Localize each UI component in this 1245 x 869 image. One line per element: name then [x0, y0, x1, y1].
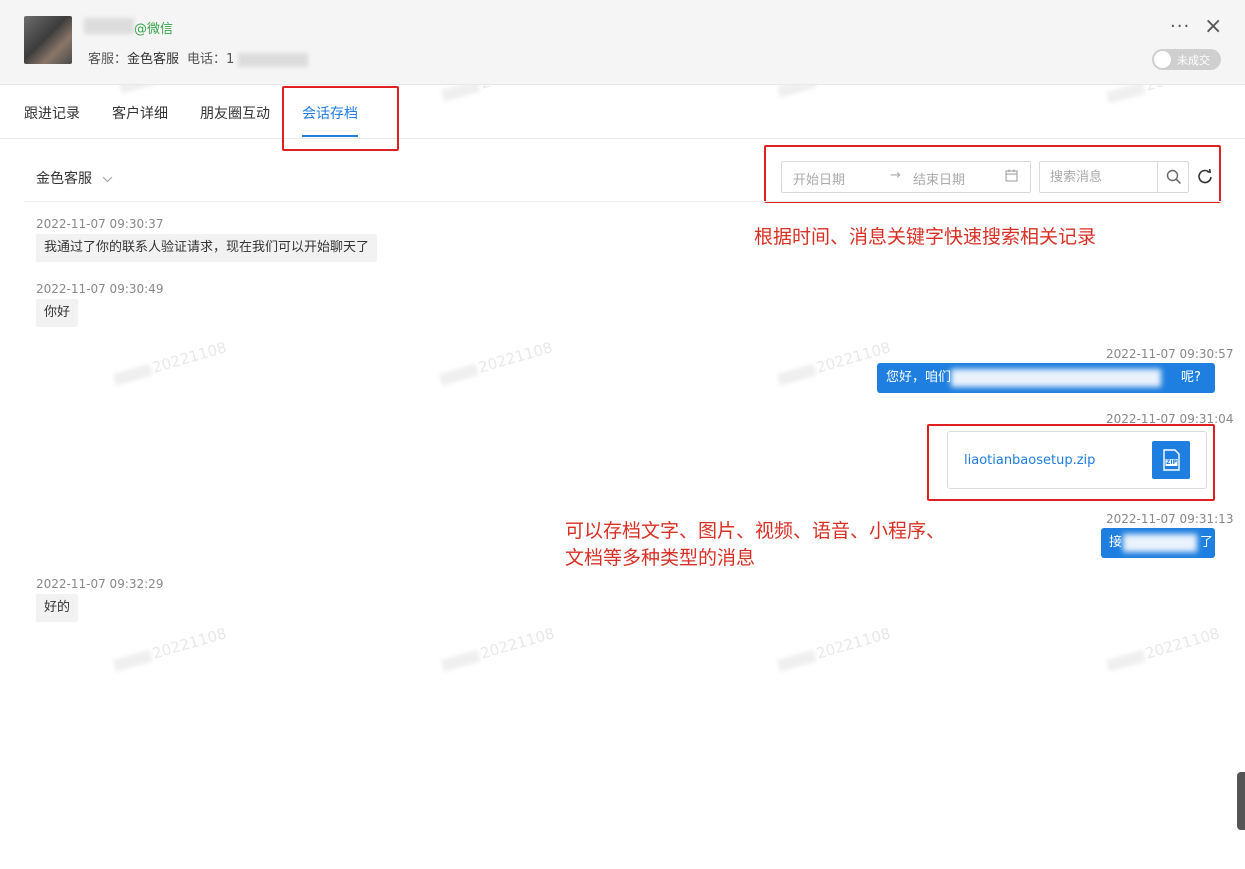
message-text-end: 了 [1200, 535, 1214, 550]
agent-name: 金色客服 [127, 52, 180, 67]
contact-source-tag: @微信 [134, 22, 174, 37]
watermark-text: 20221108 [438, 338, 554, 387]
message-bubble-in: 好的 [36, 594, 79, 622]
watermark-text: 20221108 [1105, 624, 1221, 673]
message-text-start: 接 [1109, 535, 1123, 550]
agent-select[interactable]: 金色客服 [36, 168, 113, 188]
side-panel-handle[interactable] [1237, 772, 1245, 830]
date-range-picker[interactable]: 开始日期 → 结束日期 [781, 161, 1031, 193]
message-bubble-out: 接 了 [1101, 528, 1215, 558]
toggle-knob [1154, 51, 1171, 68]
message-time: 2022-11-07 09:30:49 [36, 282, 164, 296]
close-icon[interactable]: × [1204, 16, 1222, 38]
tab-customer-detail[interactable]: 客户详细 [112, 103, 168, 123]
message-redacted [1123, 534, 1197, 552]
message-redacted [951, 369, 1161, 387]
agent-label: 客服： [88, 52, 128, 67]
watermark-text: 20221108 [776, 624, 892, 673]
annotation-note-archive-1: 可以存档文字、图片、视频、语音、小程序、 [565, 520, 946, 542]
refresh-icon[interactable] [1196, 168, 1214, 186]
message-search [1039, 161, 1189, 193]
agent-info: 客服：金色客服 电话：1 [88, 48, 309, 67]
message-text-start: 您好，咱们 [886, 370, 952, 385]
watermark-text: 20221108 [440, 624, 556, 673]
message-bubble-in: 你好 [36, 299, 79, 327]
search-input[interactable] [1040, 162, 1156, 192]
active-tab-underline [302, 135, 358, 137]
tab-chat-archive[interactable]: 会话存档 [302, 103, 358, 123]
message-time: 2022-11-07 09:30:37 [36, 217, 164, 231]
deal-status-label: 未成交 [1177, 54, 1210, 67]
message-bubble-out: 您好，咱们 呢? [877, 363, 1215, 393]
zip-file-icon: ZIP [1152, 441, 1190, 479]
message-time: 2022-11-07 09:31:04 [1106, 412, 1234, 426]
chevron-down-icon [98, 173, 113, 186]
tab-bar: 跟进记录 客户详细 朋友圈互动 会话存档 [0, 85, 1245, 139]
annotation-note-search: 根据时间、消息关键字快速搜索相关记录 [754, 226, 1097, 248]
start-date-input[interactable]: 开始日期 [793, 169, 845, 188]
message-time: 2022-11-07 09:30:57 [1106, 347, 1234, 361]
watermark-text: 20221108 [112, 338, 228, 387]
end-date-input[interactable]: 结束日期 [913, 169, 965, 188]
calendar-icon[interactable] [1005, 169, 1018, 186]
file-name[interactable]: liaotianbaosetup.zip [964, 453, 1095, 468]
tab-follow-up[interactable]: 跟进记录 [24, 103, 80, 123]
phone-redacted [238, 52, 309, 67]
message-time: 2022-11-07 09:32:29 [36, 577, 164, 591]
agent-select-value: 金色客服 [36, 171, 92, 187]
phone-prefix: 1 [226, 52, 235, 67]
range-arrow-icon: → [890, 168, 901, 183]
customer-header: @微信 客服：金色客服 电话：1 ··· × 未成交 [0, 0, 1245, 85]
watermark-text: 20221108 [776, 338, 892, 387]
phone-label: 电话： [187, 52, 227, 67]
avatar[interactable] [24, 16, 72, 64]
annotation-note-archive-2: 文档等多种类型的消息 [565, 547, 756, 569]
filter-divider [24, 201, 1221, 202]
deal-status-toggle[interactable]: 未成交 [1152, 49, 1221, 70]
search-icon [1166, 169, 1182, 185]
customer-name-redacted [84, 18, 134, 34]
search-button[interactable] [1157, 162, 1189, 192]
file-message-card[interactable]: liaotianbaosetup.zip ZIP [947, 431, 1207, 489]
watermark-text: 20221108 [112, 624, 228, 673]
more-icon[interactable]: ··· [1170, 16, 1190, 37]
message-bubble-in: 我通过了你的联系人验证请求，现在我们可以开始聊天了 [36, 234, 378, 262]
tab-moments[interactable]: 朋友圈互动 [200, 103, 270, 123]
zip-badge: ZIP [1166, 459, 1177, 466]
message-text-end: 呢? [1181, 370, 1201, 385]
message-time: 2022-11-07 09:31:13 [1106, 512, 1234, 526]
